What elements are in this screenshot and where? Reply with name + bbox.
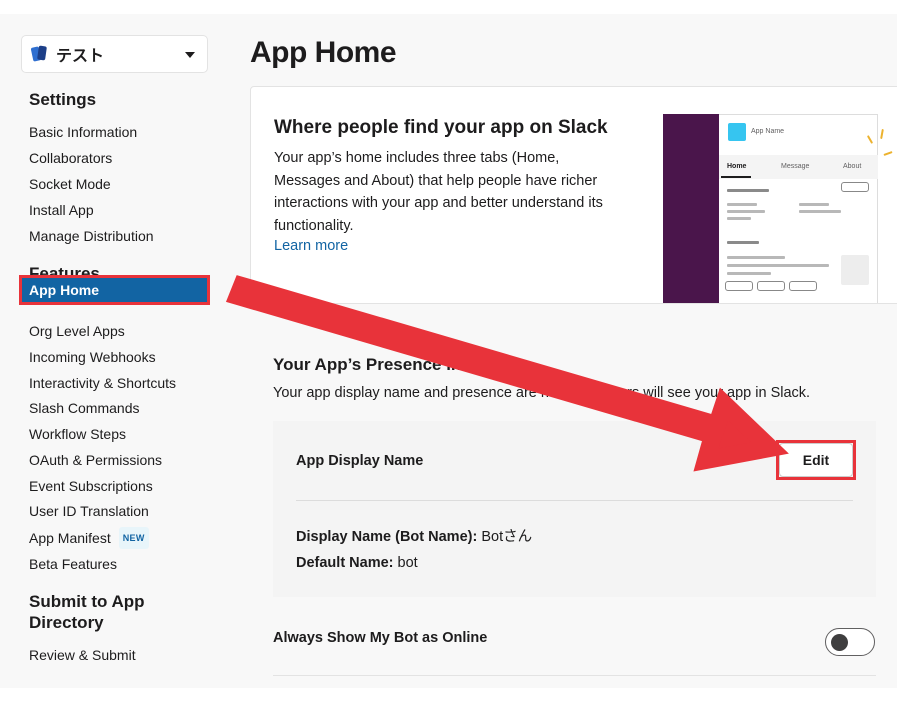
app-home-info-card: Where people find your app on Slack Your… <box>250 86 897 304</box>
illustration-line <box>799 203 829 206</box>
new-badge: NEW <box>118 527 149 549</box>
highlight-box-app-home <box>19 275 210 305</box>
sidebar-item-incoming-webhooks[interactable]: Incoming Webhooks <box>29 347 156 367</box>
illustration-line <box>727 217 751 220</box>
illustration-tab-message: Message <box>781 163 810 170</box>
submit-section-title-line2: Directory <box>29 613 104 632</box>
illustration-line <box>799 210 841 213</box>
illustration-tab-underline <box>721 176 751 178</box>
sidebar-item-org-level-apps[interactable]: Org Level Apps <box>29 321 125 341</box>
sidebar-item-interactivity-shortcuts[interactable]: Interactivity & Shortcuts <box>29 373 176 393</box>
sidebar-item-socket-mode[interactable]: Socket Mode <box>29 174 111 194</box>
illustration-button <box>841 182 869 192</box>
illustration-line <box>727 189 769 192</box>
sparkle-icon <box>880 128 884 140</box>
info-card-body: Your app’s home includes three tabs (Hom… <box>274 150 603 234</box>
sidebar-item-app-manifest[interactable]: App Manifest NEW <box>29 527 149 549</box>
default-name-row: Default Name: bot <box>296 555 418 571</box>
illustration-line <box>727 256 785 259</box>
sidebar-item-beta-features[interactable]: Beta Features <box>29 554 117 574</box>
sidebar-item-workflow-steps[interactable]: Workflow Steps <box>29 424 126 444</box>
illustration-line <box>727 203 757 206</box>
sidebar-item-oauth-permissions[interactable]: OAuth & Permissions <box>29 450 162 470</box>
sidebar-item-user-id-translation[interactable]: User ID Translation <box>29 501 149 521</box>
learn-more-link[interactable]: Learn more <box>274 238 348 254</box>
toggle-knob <box>831 634 848 651</box>
illustration-tab-home: Home <box>727 163 747 170</box>
presence-section-description: Your app display name and presence are h… <box>273 385 811 401</box>
illustration-button <box>757 281 785 291</box>
illustration-line <box>727 210 765 213</box>
always-online-label: Always Show My Bot as Online <box>273 630 488 646</box>
always-online-toggle[interactable] <box>825 628 875 656</box>
illustration-app-name: App Name <box>751 128 785 135</box>
settings-section-title: Settings <box>29 90 97 109</box>
illustration-app-icon <box>728 123 746 141</box>
bot-name-value: Botさん <box>481 529 533 545</box>
illustration-button <box>789 281 817 291</box>
sidebar-item-basic-information[interactable]: Basic Information <box>29 122 137 142</box>
sidebar-item-install-app[interactable]: Install App <box>29 200 94 220</box>
divider <box>296 500 853 501</box>
highlight-box-edit <box>776 440 856 480</box>
default-name-key: Default Name: <box>296 555 394 571</box>
sidebar-item-manage-distribution[interactable]: Manage Distribution <box>29 226 154 246</box>
illustration-tab-about: About <box>843 163 862 170</box>
sidebar-item-review-submit[interactable]: Review & Submit <box>29 645 136 665</box>
illustration-image <box>841 255 869 285</box>
illustration-line <box>727 241 759 244</box>
chevron-down-icon <box>185 52 195 58</box>
sidebar-item-label: App Manifest <box>29 530 111 546</box>
submit-section-title-line1: Submit to App <box>29 592 145 611</box>
divider <box>273 675 876 676</box>
app-selector[interactable]: テスト <box>21 35 208 73</box>
illustration-panel: App Name Home Message About <box>719 114 878 303</box>
display-name-card: App Display Name Edit Display Name (Bot … <box>273 421 876 597</box>
app-icon <box>30 45 48 63</box>
sidebar-item-collaborators[interactable]: Collaborators <box>29 148 112 168</box>
bot-name-key: Display Name (Bot Name): <box>296 529 478 545</box>
page-title: App Home <box>250 36 397 69</box>
illustration-line <box>727 264 829 267</box>
app-name: テスト <box>56 48 105 65</box>
presence-section-title: Your App’s Presence in Slack <box>273 355 511 374</box>
sparkle-icon <box>883 151 893 156</box>
sidebar-item-slash-commands[interactable]: Slash Commands <box>29 398 140 418</box>
illustration-sidebar <box>663 114 719 303</box>
sidebar-item-event-subscriptions[interactable]: Event Subscriptions <box>29 476 153 496</box>
app-home-illustration: App Name Home Message About <box>663 114 878 303</box>
illustration-button <box>725 281 753 291</box>
bot-name-row: Display Name (Bot Name): Botさん <box>296 525 532 546</box>
info-card-heading: Where people find your app on Slack <box>274 117 608 138</box>
default-name-value: bot <box>397 555 418 571</box>
app-display-name-label: App Display Name <box>296 453 424 469</box>
illustration-line <box>727 272 771 275</box>
